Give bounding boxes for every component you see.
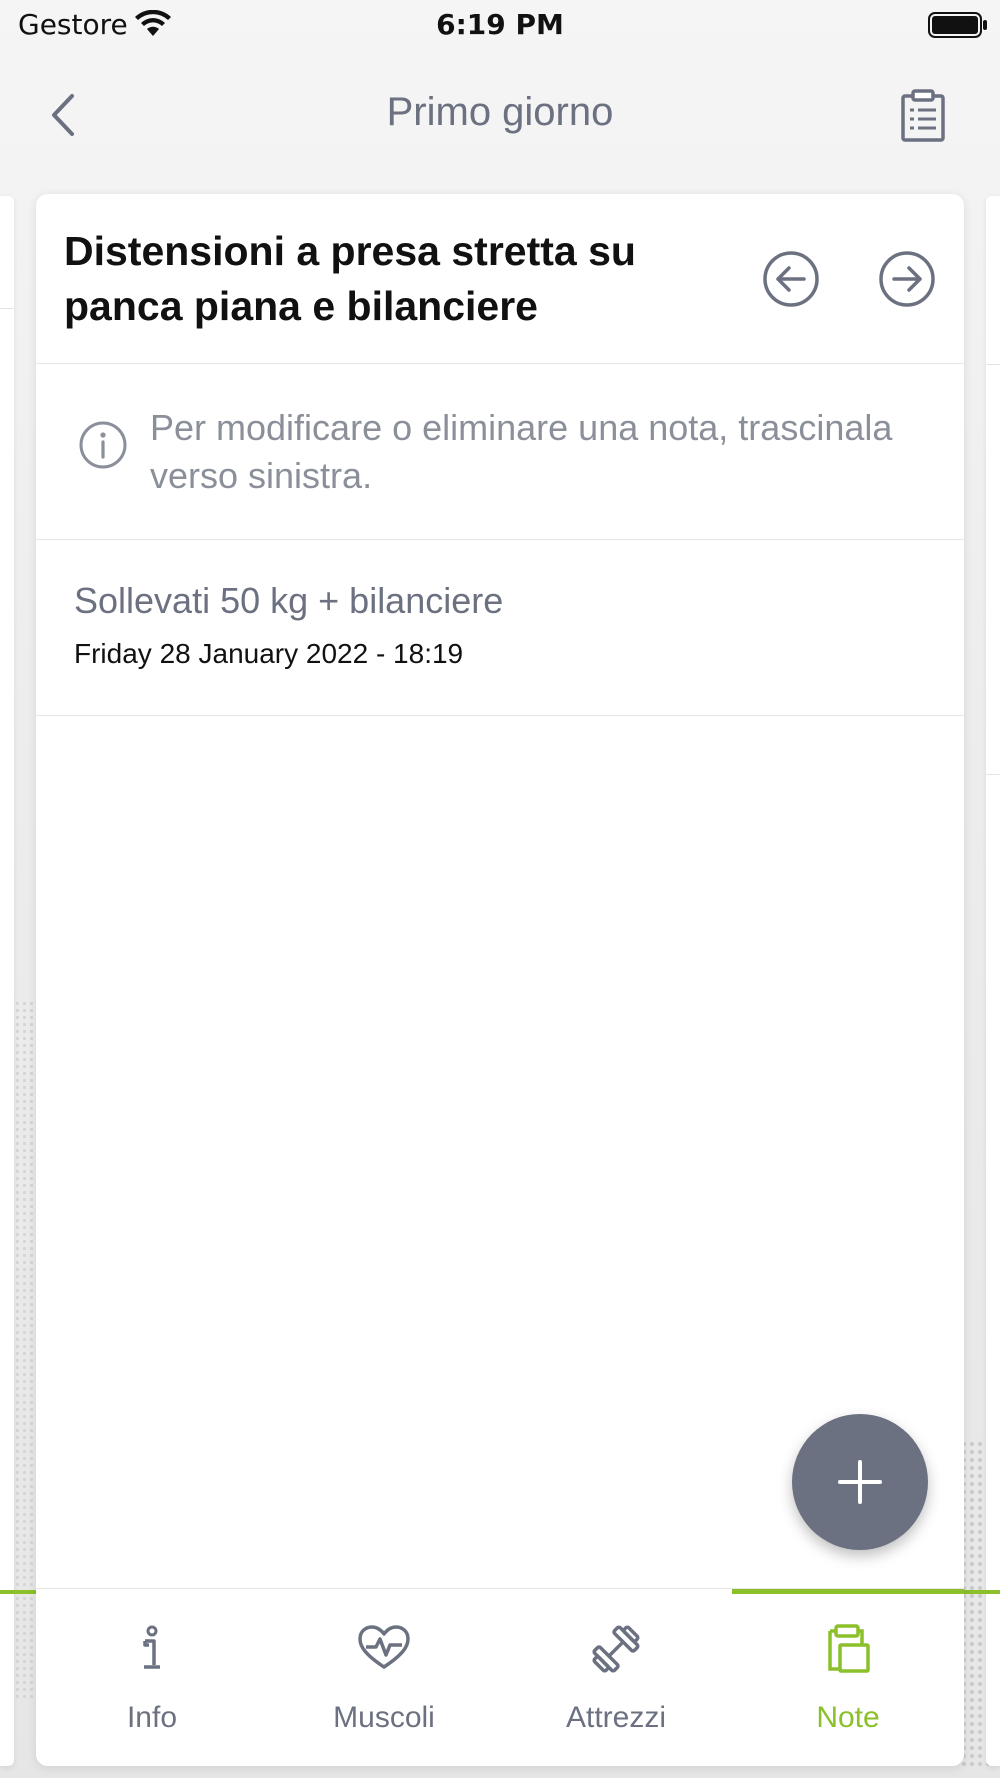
arrow-right-circle-icon[interactable] (878, 250, 936, 308)
previous-card-peek[interactable] (0, 196, 14, 1766)
tab-indicator-peek-left (0, 1590, 36, 1594)
tab-attrezzi[interactable]: Attrezzi (500, 1589, 732, 1766)
info-banner: Per modificare o eliminare una nota, tra… (36, 364, 964, 540)
info-text: Per modificare o eliminare una nota, tra… (150, 407, 893, 496)
heart-pulse-icon (358, 1625, 410, 1669)
tab-info[interactable]: Info (36, 1589, 268, 1766)
card-header: Distensioni a presa stretta su panca pia… (36, 194, 964, 364)
tab-note[interactable]: Note (732, 1589, 964, 1766)
tab-label: Info (126, 1701, 178, 1734)
note-date: Friday 28 January 2022 - 18:19 (74, 638, 464, 669)
tab-label: Muscoli (333, 1701, 435, 1734)
status-bar: Gestore 6:19 PM (0, 0, 1000, 50)
add-note-button[interactable] (792, 1414, 928, 1550)
page-title: Primo giorno (386, 90, 614, 134)
note-text: Sollevati 50 kg + bilanciere (74, 580, 504, 621)
tab-label: Attrezzi (565, 1701, 667, 1734)
exercise-title: Distensioni a presa stretta su panca pia… (64, 228, 636, 329)
clock: 6:19 PM (436, 8, 564, 41)
battery-icon (928, 12, 987, 38)
plus-icon (838, 1460, 882, 1504)
tab-bar: Info Muscoli Attrezzi Note (36, 1588, 964, 1766)
clipboard-list-icon[interactable] (898, 88, 948, 144)
note-item[interactable]: Sollevati 50 kg + bilanciere Friday 28 J… (36, 540, 964, 716)
arrow-left-circle-icon[interactable] (762, 250, 820, 308)
next-card-peek[interactable] (986, 196, 1000, 1766)
clipboard-copy-icon (828, 1624, 870, 1673)
exercise-card: Distensioni a presa stretta su panca pia… (36, 194, 964, 1766)
tab-muscoli[interactable]: Muscoli (268, 1589, 500, 1766)
tab-indicator-peek-right (964, 1590, 1000, 1594)
info-circle-icon (79, 421, 127, 469)
tab-label: Note (816, 1701, 880, 1734)
navigation-bar: Primo giorno (0, 70, 1000, 160)
info-icon (143, 1625, 160, 1669)
dumbbell-icon (592, 1625, 640, 1673)
